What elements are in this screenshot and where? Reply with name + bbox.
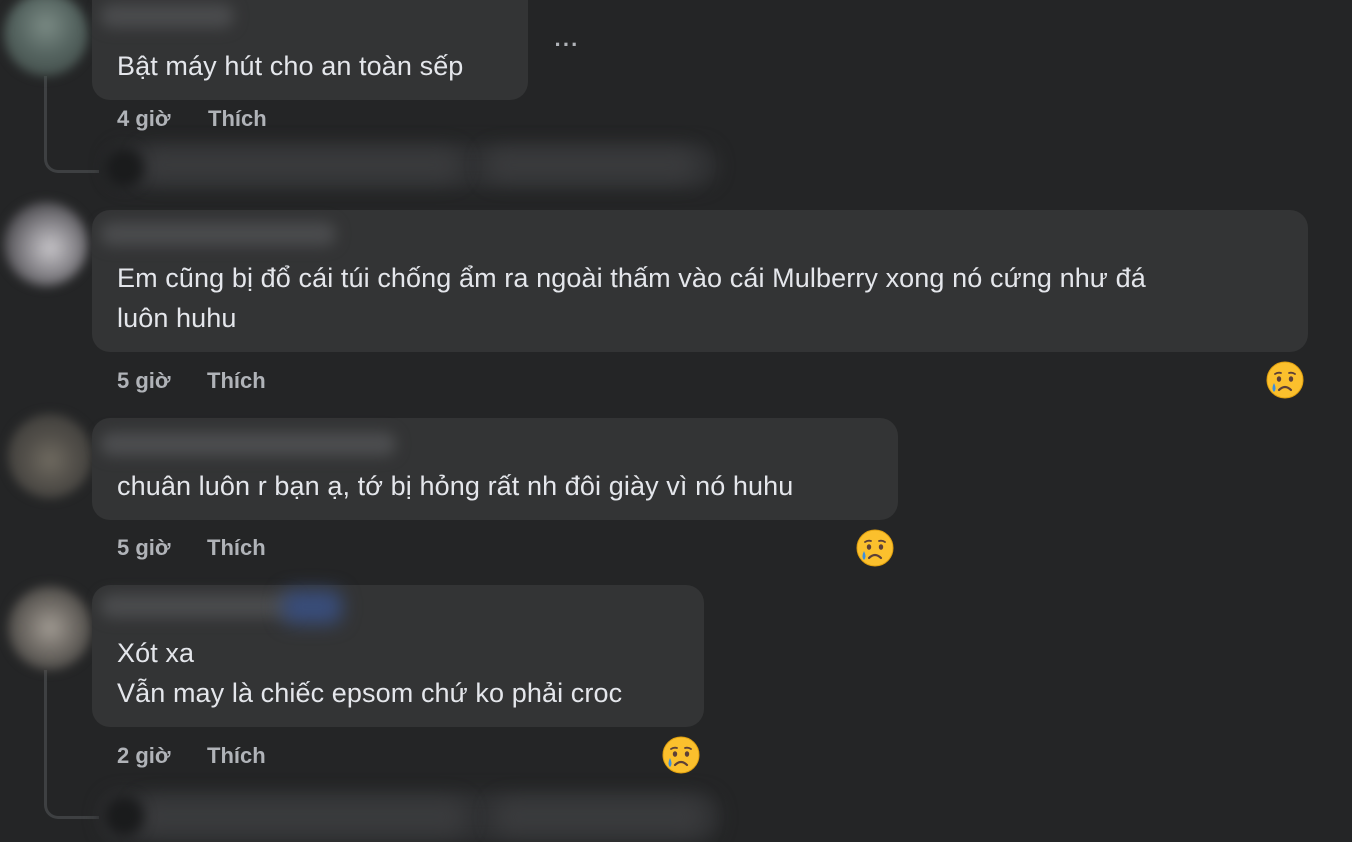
sad-face-emoji-icon[interactable] [1266,361,1304,399]
verified-badge-redacted [282,590,342,624]
reply-text-redacted [486,150,696,180]
sad-face-emoji-icon[interactable] [662,736,700,774]
reply-thread-line [44,76,99,173]
reply-thread-line [44,670,99,819]
avatar[interactable] [4,0,88,76]
reply-text-redacted [136,800,466,834]
comment-text-line: Xót xa [117,638,195,668]
like-button[interactable]: Thích [207,535,266,561]
author-name-redacted[interactable] [100,222,336,246]
more-options-icon[interactable]: ··· [552,30,582,60]
author-name-redacted[interactable] [100,432,396,456]
reply-text-redacted [494,800,704,834]
comment-timestamp[interactable]: 5 giờ [117,368,171,394]
comment-text-line: Bật máy hút cho an toàn sếp [117,51,464,81]
reply-avatar [104,148,144,188]
avatar[interactable] [8,586,92,670]
comment-text-line: luôn huhu [117,303,237,333]
reply-avatar [104,796,144,836]
comment-timestamp[interactable]: 5 giờ [117,535,171,561]
comment-text-line: Vẫn may là chiếc epsom chứ ko phải croc [117,678,623,708]
author-name-redacted[interactable] [100,594,296,618]
sad-face-emoji-icon[interactable] [856,529,894,567]
like-button[interactable]: Thích [208,106,267,132]
avatar[interactable] [8,414,92,498]
like-button[interactable]: Thích [207,743,266,769]
comment-timestamp[interactable]: 4 giờ [117,106,171,132]
comment-text-line: chuân luôn r bạn ạ, tớ bị hỏng rất nh đô… [117,471,794,501]
avatar[interactable] [4,202,88,286]
like-button[interactable]: Thích [207,368,266,394]
comment-text-line: Em cũng bị đổ cái túi chống ẩm ra ngoài … [117,263,1146,293]
comment-timestamp[interactable]: 2 giờ [117,743,171,769]
reply-text-redacted [140,150,460,180]
author-name-redacted[interactable] [100,4,234,28]
